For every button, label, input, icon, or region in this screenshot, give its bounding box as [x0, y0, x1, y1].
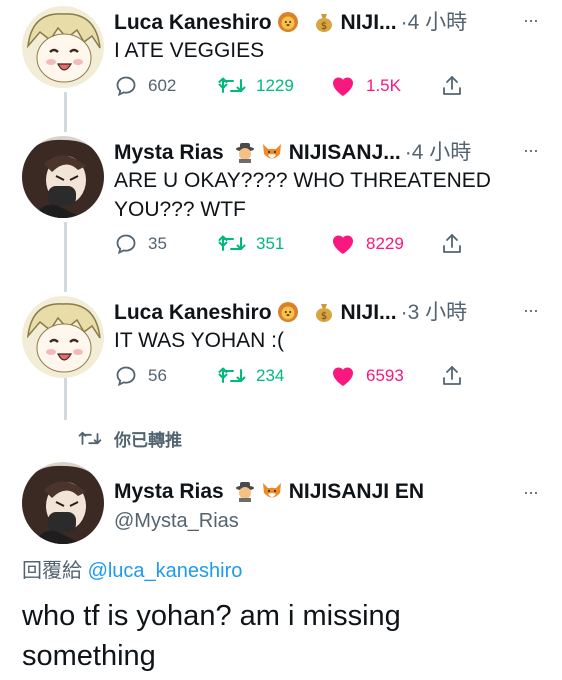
tweet[interactable]: Mysta Rias NIJISANJ... ·4 小時 ··· ARE U OKA… [0, 130, 562, 280]
reply-count: 56 [148, 366, 167, 385]
reply-button[interactable]: 602 [114, 74, 176, 98]
more-options-icon[interactable]: ··· [523, 482, 539, 503]
display-name[interactable]: Mysta Rias [114, 141, 224, 164]
money-bag-emoji-icon: $ [315, 14, 332, 32]
like-button[interactable]: 6593 [330, 364, 404, 388]
retweet-icon [218, 367, 246, 383]
share-icon [443, 76, 461, 95]
like-button[interactable]: 1.5K [330, 74, 401, 98]
heart-icon [332, 235, 354, 254]
share-icon [443, 234, 461, 253]
fox-emoji-icon [262, 144, 281, 159]
luca-avatar-image [22, 6, 104, 88]
org-name: NIJISANJI EN [288, 480, 425, 503]
like-count: 6593 [366, 366, 404, 385]
tweet-header: Luca Kaneshiro $ NIJI... ·4 小時 [114, 6, 467, 36]
user-handle[interactable]: @Mysta_Rias [114, 510, 239, 533]
tweet[interactable]: Luca Kaneshiro $ NIJI... ·3 小時 ··· IT WAS Y… [0, 290, 562, 400]
retweeted-label: 你已轉推 [114, 431, 182, 450]
lion-emoji-icon [277, 12, 298, 32]
tweet-header: Mysta Rias NIJISANJ... ·4 小時 [114, 136, 471, 166]
reply-button[interactable]: 35 [114, 232, 167, 256]
share-button[interactable] [440, 232, 464, 256]
retweet-count: 234 [256, 366, 285, 385]
reply-icon [116, 366, 136, 387]
share-icon [443, 366, 461, 385]
reply-button[interactable]: 56 [114, 364, 167, 388]
detective-emoji-icon [235, 482, 254, 502]
reply-icon [116, 76, 136, 97]
svg-text:$: $ [320, 21, 326, 32]
avatar[interactable] [22, 296, 104, 378]
more-options-icon[interactable]: ··· [523, 10, 539, 31]
money-bag-emoji-icon: $ [315, 304, 332, 322]
like-count: 8229 [366, 234, 404, 253]
tweet-actions: 56 234 6593 [114, 364, 494, 392]
avatar[interactable] [22, 6, 104, 88]
avatar[interactable] [22, 136, 104, 218]
reply-context: 回覆給 @luca_kaneshiro [22, 554, 242, 583]
timestamp[interactable]: 4 小時 [408, 11, 468, 34]
dot-separator: · [404, 141, 412, 164]
display-name[interactable]: Mysta Rias [114, 480, 224, 503]
share-button[interactable] [440, 364, 464, 388]
retweet-icon [78, 431, 102, 445]
dot-separator: · [400, 301, 408, 324]
display-name[interactable]: Luca Kaneshiro [114, 301, 272, 324]
retweet-count: 1229 [256, 76, 294, 95]
tweet-text: ARE U OKAY???? WHO THREATENED YOU??? WTF [114, 169, 491, 221]
svg-text:$: $ [320, 311, 326, 322]
tweet-text: IT WAS YOHAN :( [114, 329, 284, 352]
mysta-avatar-image [22, 136, 104, 218]
org-name: NIJI... [340, 11, 397, 34]
org-name: NIJI... [340, 301, 397, 324]
tweet-actions: 602 1229 1.5K [114, 74, 494, 102]
more-options-icon[interactable]: ··· [523, 300, 539, 321]
tweet-text: I ATE VEGGIES [114, 39, 265, 62]
retweet-count: 351 [256, 234, 285, 253]
tweet-actions: 35 351 8229 [114, 232, 494, 260]
reply-count: 35 [148, 234, 167, 253]
retweeted-indicator: 你已轉推 [78, 426, 182, 451]
timestamp[interactable]: 4 小時 [412, 141, 472, 164]
display-name[interactable]: Luca Kaneshiro [114, 11, 272, 34]
more-options-icon[interactable]: ··· [523, 140, 539, 161]
dot-separator: · [400, 11, 408, 34]
retweet-button[interactable]: 351 [218, 232, 284, 256]
lion-emoji-icon [277, 302, 298, 322]
retweet-icon [218, 77, 246, 93]
share-button[interactable] [440, 74, 464, 98]
tweet-header: Mysta Rias NIJISANJI EN [114, 480, 424, 504]
fox-emoji-icon [262, 483, 281, 498]
org-name: NIJISANJ... [288, 141, 401, 164]
reply-mention-link[interactable]: @luca_kaneshiro [88, 560, 243, 582]
luca-avatar-image [22, 296, 104, 378]
reply-prefix: 回覆給 [22, 560, 82, 582]
retweet-button[interactable]: 234 [218, 364, 284, 388]
retweet-icon [218, 235, 246, 251]
avatar[interactable] [22, 462, 104, 544]
heart-icon [332, 367, 354, 386]
main-tweet-text: who tf is yohan? am i missing something [22, 600, 401, 672]
mysta-avatar-image [22, 462, 104, 544]
detective-emoji-icon [235, 143, 254, 163]
timestamp[interactable]: 3 小時 [408, 301, 468, 324]
like-count: 1.5K [366, 76, 401, 95]
retweet-button[interactable]: 1229 [218, 74, 294, 98]
tweet-header: Luca Kaneshiro $ NIJI... ·3 小時 [114, 296, 467, 326]
tweet[interactable]: Luca Kaneshiro $ NIJI... ·4 小時 ··· I ATE VE… [0, 0, 562, 120]
heart-icon [332, 77, 354, 96]
reply-count: 602 [148, 76, 177, 95]
like-button[interactable]: 8229 [330, 232, 404, 256]
reply-icon [116, 234, 136, 255]
